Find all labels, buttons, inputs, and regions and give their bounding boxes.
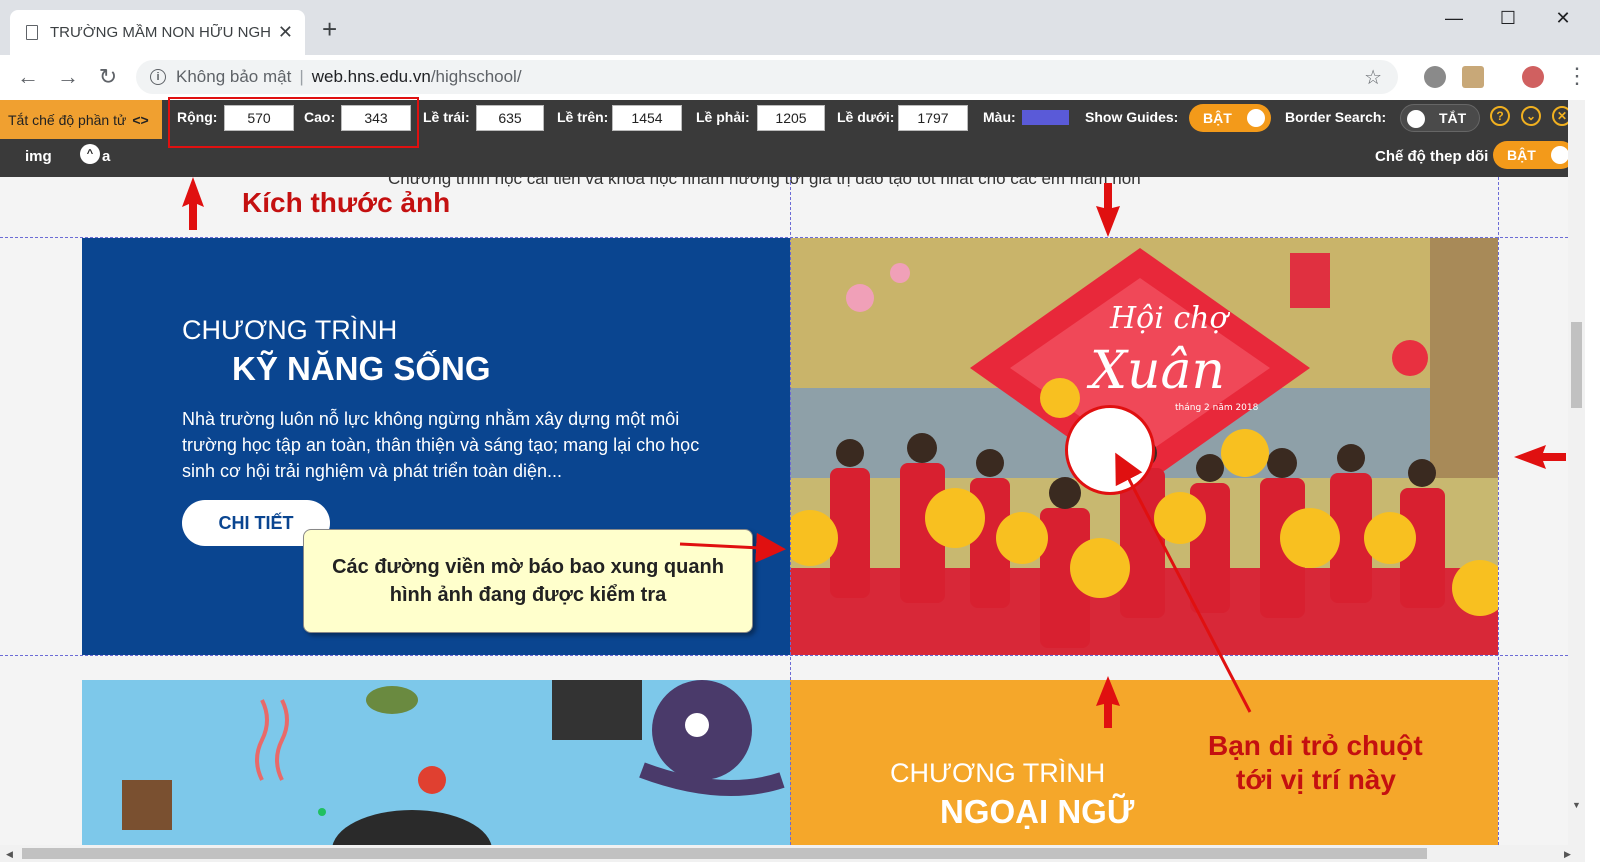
toggle-knob (1551, 146, 1569, 164)
address-separator: | (299, 67, 304, 86)
border-search-state: TẮT (1439, 110, 1467, 126)
extension-icon[interactable] (1462, 66, 1484, 88)
browser-titlebar: TRƯỜNG MẦM NON HỮU NGHỊ ✕ + — ☐ ✕ (0, 0, 1600, 55)
margin-left-input[interactable]: 635 (476, 105, 544, 131)
margin-top-input[interactable]: 1454 (612, 105, 682, 131)
info-icon[interactable]: i (150, 69, 166, 85)
guide-border-callout: Các đường viền mờ báo bao xung quanh hìn… (303, 529, 753, 633)
reload-button[interactable]: ↻ (94, 64, 122, 90)
security-label: Không bảo mật (176, 67, 292, 86)
selected-tag-name: img (25, 148, 52, 165)
vertical-scrollbar[interactable] (1568, 100, 1585, 845)
document-icon (26, 25, 38, 40)
show-guides-label: Show Guides: (1085, 109, 1179, 125)
browser-toolbar: ← → ↻ i Không bảo mật | web.hns.edu.vn /… (0, 55, 1600, 100)
show-guides-toggle[interactable]: BẬT (1189, 104, 1271, 132)
help-icon[interactable]: ? (1490, 106, 1510, 126)
new-tab-button[interactable]: + (322, 16, 337, 42)
program-card-foreign-language: CHƯƠNG TRÌNH NGOẠI NGỮ (790, 680, 1498, 845)
program-name: KỸ NĂNG SỐNG (232, 350, 491, 387)
margin-top-label: Lề trên: (557, 109, 609, 125)
parent-element-icon[interactable]: ^ (80, 144, 100, 164)
cursor-position-marker (1065, 405, 1155, 495)
mural-illustration (82, 680, 790, 845)
scroll-left-arrow-icon[interactable]: ◀ (6, 849, 13, 860)
url-path: /highschool/ (430, 67, 522, 86)
color-label: Màu: (983, 109, 1016, 125)
margin-bottom-label: Lề dưới: (837, 109, 895, 125)
section-subtitle: Chương trình học cải tiến và khóa học nh… (388, 177, 1141, 188)
sign-text-line1: Hội chợ (1109, 301, 1230, 336)
minimize-button[interactable]: — (1434, 8, 1474, 29)
border-search-label: Border Search: (1285, 109, 1387, 125)
sign-date: tháng 2 năm 2018 (1175, 403, 1259, 413)
cursor-annotation-line2: tới vị trí này (1236, 764, 1396, 795)
url-host: web.hns.edu.vn (311, 67, 431, 86)
forward-button[interactable]: → (54, 64, 82, 90)
tab-close-icon[interactable]: ✕ (278, 22, 293, 43)
guide-line-right (1498, 177, 1499, 845)
margin-left-label: Lề trái: (423, 109, 470, 125)
vertical-scroll-thumb[interactable] (1571, 322, 1582, 408)
program-label: CHƯƠNG TRÌNH (182, 315, 398, 345)
element-mode-toggle[interactable]: Tắt chế độ phần tử <> (0, 100, 162, 139)
color-swatch[interactable] (1022, 110, 1069, 125)
tracking-mode-label: Chế độ thep dõi (1375, 148, 1489, 165)
scroll-right-arrow-icon[interactable]: ▶ (1564, 849, 1571, 860)
guide-line-bottom (0, 655, 1568, 656)
margin-right-label: Lề phải: (696, 109, 750, 125)
scroll-down-arrow-icon[interactable]: ▼ (1572, 800, 1581, 810)
program-label: CHƯƠNG TRÌNH (890, 758, 1106, 788)
toggle-knob (1407, 110, 1425, 128)
classroom-mural-photo (82, 680, 790, 845)
browser-tab[interactable]: TRƯỜNG MẦM NON HỮU NGHỊ ✕ (10, 10, 305, 55)
adblock-extension-icon[interactable] (1424, 66, 1446, 88)
guide-line-top (0, 237, 1568, 238)
element-mode-label: Tắt chế độ phần tử (8, 111, 127, 128)
collapse-icon[interactable]: ⌄ (1521, 106, 1541, 126)
profile-avatar[interactable] (1522, 66, 1544, 88)
tab-title: TRƯỜNG MẦM NON HỮU NGHỊ (50, 24, 270, 41)
guide-line-left (790, 177, 791, 845)
program-description: Nhà trường luôn nỗ lực không ngừng nhằm … (182, 409, 700, 481)
browser-menu-icon[interactable]: ⋮ (1566, 63, 1588, 89)
show-guides-state: BẬT (1203, 110, 1232, 126)
horizontal-scroll-thumb[interactable] (22, 848, 1427, 859)
cursor-annotation-line1: Bạn di trỏ chuột (1208, 730, 1423, 761)
tracking-mode-toggle[interactable]: BẬT (1493, 141, 1575, 169)
image-size-highlight-box (168, 97, 419, 148)
sign-text-line2: Xuân (1086, 341, 1225, 401)
close-window-button[interactable]: ✕ (1543, 8, 1583, 29)
margin-bottom-input[interactable]: 1797 (898, 105, 968, 131)
maximize-button[interactable]: ☐ (1488, 8, 1528, 29)
code-arrows-icon: <> (132, 111, 149, 128)
image-size-annotation: Kích thước ảnh (242, 187, 451, 218)
margin-right-input[interactable]: 1205 (757, 105, 825, 131)
border-search-toggle[interactable]: TẮT (1400, 104, 1480, 132)
address-bar[interactable]: i Không bảo mật | web.hns.edu.vn /highsc… (136, 60, 1398, 94)
back-button[interactable]: ← (14, 64, 42, 90)
tracking-mode-state: BẬT (1507, 147, 1536, 163)
program-name: NGOẠI NGỮ (940, 793, 1135, 830)
bookmark-star-icon[interactable]: ☆ (1364, 65, 1382, 90)
toggle-knob (1247, 109, 1265, 127)
parent-tag-name: a (102, 148, 111, 165)
